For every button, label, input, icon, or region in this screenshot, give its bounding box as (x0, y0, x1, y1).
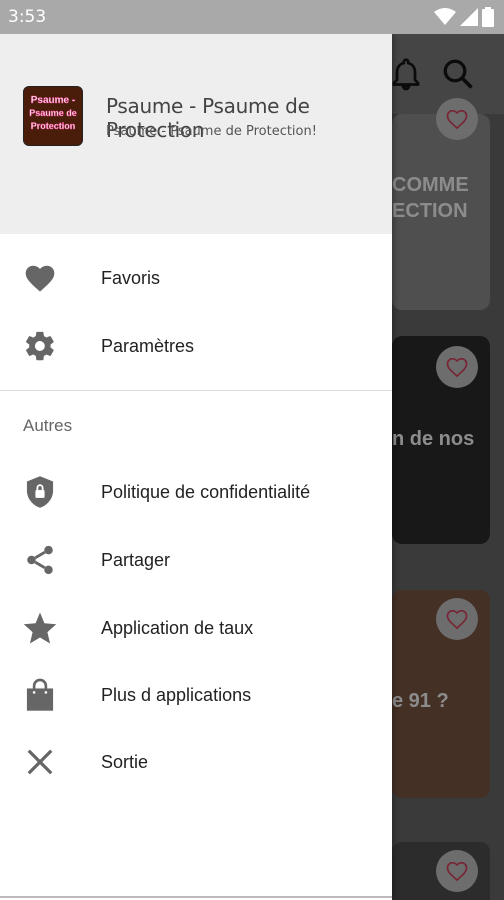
app-subtitle: Psaume - Psaume de Protection! (106, 124, 317, 139)
svg-text:Protection: Protection (31, 121, 76, 131)
menu-item-sortie[interactable]: Sortie (0, 730, 392, 794)
wifi-icon (434, 8, 456, 25)
menu-item-label: Favoris (101, 267, 161, 288)
shopping-bag-icon (22, 677, 58, 713)
menu-item-rate-app[interactable]: Application de taux (0, 596, 392, 660)
menu-item-label: Politique de confidentialité (101, 481, 311, 502)
close-icon (22, 744, 58, 780)
drawer-header: Psaume - Psaume de Protection Psaume - P… (0, 34, 392, 234)
menu-item-label: Application de taux (101, 617, 254, 638)
app-logo: Psaume - Psaume de Protection (23, 86, 83, 146)
gear-icon (22, 328, 58, 364)
svg-text:Psaume -: Psaume - (31, 95, 75, 106)
battery-icon (482, 7, 494, 27)
star-icon (22, 610, 58, 646)
menu-item-label: Plus d applications (101, 684, 252, 705)
menu-item-parametres[interactable]: Paramètres (0, 314, 392, 378)
menu-item-privacy-policy[interactable]: Politique de confidentialité (0, 460, 392, 524)
navigation-drawer: Psaume - Psaume de Protection Psaume - P… (0, 34, 392, 900)
heart-icon (22, 260, 58, 296)
shield-lock-icon (22, 474, 58, 510)
menu-item-favoris[interactable]: Favoris (0, 246, 392, 310)
status-bar: 3:53 (0, 0, 504, 34)
section-label: Autres (23, 416, 73, 435)
drawer-bottom-edge (0, 896, 392, 898)
menu-item-more-apps[interactable]: Plus d applications (0, 663, 392, 727)
menu-item-label: Paramètres (101, 335, 195, 356)
status-time: 3:53 (8, 7, 47, 27)
menu-item-partager[interactable]: Partager (0, 528, 392, 592)
drawer-divider (0, 390, 392, 391)
svg-text:Psaume de: Psaume de (29, 108, 77, 118)
menu-item-label: Partager (101, 549, 171, 570)
signal-icon (460, 8, 478, 26)
share-icon (22, 542, 58, 578)
menu-item-label: Sortie (101, 751, 149, 772)
status-icons (434, 7, 494, 27)
